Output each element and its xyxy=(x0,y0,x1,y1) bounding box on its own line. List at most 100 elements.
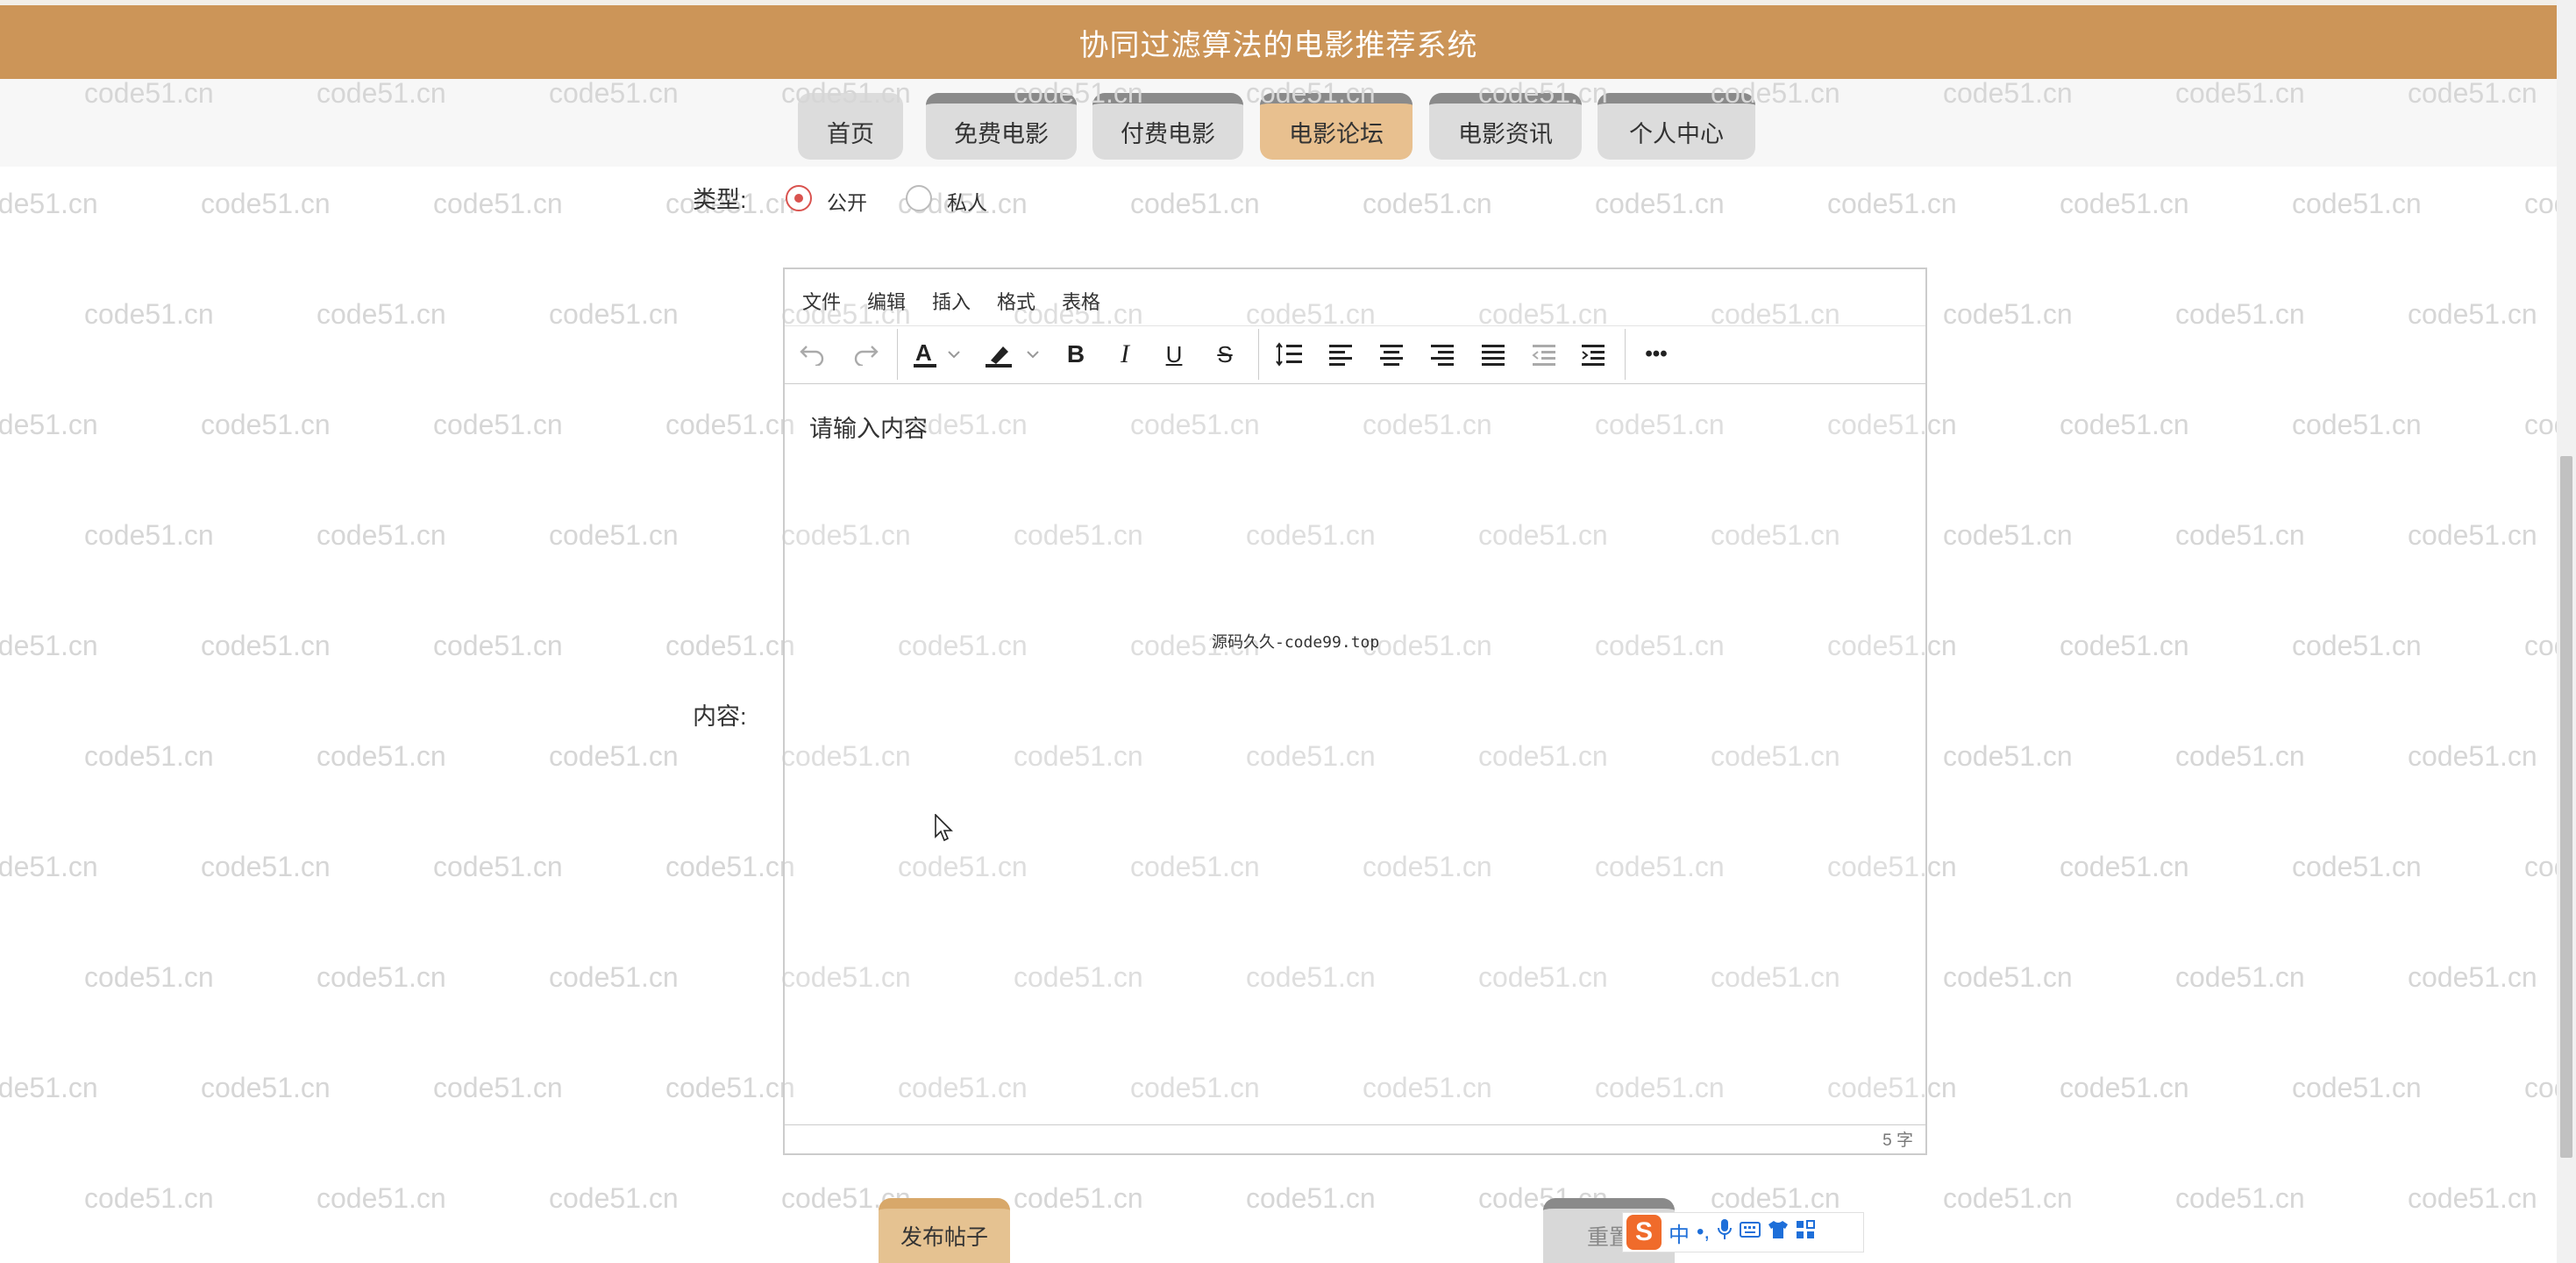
watermark-text: code51.cn xyxy=(2292,188,2422,219)
sogou-logo-icon[interactable]: S xyxy=(1626,1215,1662,1250)
watermark-text: code51.cn xyxy=(1827,188,1957,219)
watermark-text: code51.cn xyxy=(0,409,98,440)
highlight-icon[interactable] xyxy=(985,338,1046,371)
watermark-text: code51.cn xyxy=(549,519,679,551)
ime-chinese-mode[interactable]: 中 xyxy=(1669,1217,1690,1248)
radio-private[interactable] xyxy=(906,185,932,211)
watermark-text: code51.cn xyxy=(84,740,214,772)
scrollbar-thumb[interactable] xyxy=(2560,456,2572,1158)
watermark-text: code51.cn xyxy=(84,1182,214,1214)
font-color-icon[interactable]: A xyxy=(913,338,965,371)
watermark-text: code51.cn xyxy=(549,298,679,330)
menu-edit[interactable]: 编辑 xyxy=(867,287,906,315)
watermark-text: code51.cn xyxy=(201,409,331,440)
line-height-icon[interactable] xyxy=(1272,338,1307,371)
toolbox-grid-icon[interactable] xyxy=(1796,1219,1816,1245)
watermark-text: code51.cn xyxy=(2175,1182,2305,1214)
editor-menubar: 文件 编辑 插入 格式 表格 xyxy=(785,269,1925,326)
align-right-icon[interactable] xyxy=(1425,338,1460,371)
rich-text-editor: 文件 编辑 插入 格式 表格 A B I U S ••• 请输入内容 5 字 xyxy=(783,268,1927,1155)
site-title: 协同过滤算法的电影推荐系统 xyxy=(1078,28,1478,62)
italic-icon[interactable]: I xyxy=(1107,338,1142,371)
undo-icon[interactable] xyxy=(795,338,830,371)
bold-icon[interactable]: B xyxy=(1058,338,1093,371)
site-header: 协同过滤算法的电影推荐系统 xyxy=(0,5,2557,79)
watermark-text: code51.cn xyxy=(433,409,563,440)
watermark-text: code51.cn xyxy=(1943,740,2073,772)
ime-toolbar: S 中 •, xyxy=(1622,1212,1864,1252)
underline-icon[interactable]: U xyxy=(1156,338,1192,371)
watermark-text: code51.cn xyxy=(2408,740,2537,772)
watermark-text: code51.cn xyxy=(2408,519,2537,551)
publish-post-button[interactable]: 发布帖子 xyxy=(879,1198,1010,1263)
align-justify-icon[interactable] xyxy=(1476,338,1511,371)
watermark-text: code51.cn xyxy=(2408,1182,2537,1214)
more-icon[interactable]: ••• xyxy=(1639,338,1674,371)
editor-placeholder: 请输入内容 xyxy=(809,416,928,442)
toolbar-separator xyxy=(1258,329,1259,380)
main-nav: 首页 免费电影 付费电影 电影论坛 电影资讯 个人中心 xyxy=(0,93,2557,160)
watermark-text: code51.cn xyxy=(0,630,98,661)
radio-private-label[interactable]: 私人 xyxy=(947,186,987,216)
watermark-text: code51.cn xyxy=(84,961,214,993)
watermark-text: code51.cn xyxy=(549,1182,679,1214)
menu-file[interactable]: 文件 xyxy=(802,287,841,315)
nav-item-home[interactable]: 首页 xyxy=(798,93,903,160)
watermark-text: code51.cn xyxy=(2292,1072,2422,1103)
watermark-text: code51.cn xyxy=(1014,1182,1143,1214)
watermark-text: code51.cn xyxy=(317,740,446,772)
watermark-text: code51.cn xyxy=(84,298,214,330)
nav-item-movie-news[interactable]: 电影资讯 xyxy=(1429,93,1582,160)
watermark-text: code51.cn xyxy=(1943,519,2073,551)
watermark-text: code51.cn xyxy=(1130,188,1260,219)
watermark-text: code51.cn xyxy=(433,188,563,219)
watermark-text: code51.cn xyxy=(201,851,331,882)
nav-item-free-movies[interactable]: 免费电影 xyxy=(926,93,1077,160)
watermark-text: code51.cn xyxy=(0,1072,98,1103)
svg-text:A: A xyxy=(915,339,932,366)
watermark-text: code51.cn xyxy=(2292,851,2422,882)
watermark-text: code51.cn xyxy=(2060,851,2189,882)
watermark-text: code51.cn xyxy=(317,961,446,993)
microphone-icon[interactable] xyxy=(1717,1218,1733,1247)
mouse-cursor-icon xyxy=(935,813,954,848)
watermark-text: code51.cn xyxy=(201,188,331,219)
menu-insert[interactable]: 插入 xyxy=(932,287,971,315)
indent-icon[interactable] xyxy=(1576,338,1611,371)
align-center-icon[interactable] xyxy=(1374,338,1409,371)
editor-content-area[interactable]: 请输入内容 xyxy=(785,383,1925,1120)
skin-shirt-icon[interactable] xyxy=(1768,1220,1789,1245)
watermark-text: code51.cn xyxy=(2060,630,2189,661)
toolbar-separator xyxy=(897,329,898,380)
editor-toolbar: A B I U S ••• xyxy=(785,325,1925,384)
watermark-text: code51.cn xyxy=(2292,409,2422,440)
menu-table[interactable]: 表格 xyxy=(1062,287,1100,315)
menu-format[interactable]: 格式 xyxy=(997,287,1035,315)
watermark-text: code51.cn xyxy=(201,630,331,661)
outdent-icon[interactable] xyxy=(1526,338,1562,371)
watermark-text: code51.cn xyxy=(433,1072,563,1103)
nav-item-paid-movies[interactable]: 付费电影 xyxy=(1092,93,1243,160)
editor-statusbar: 5 字 xyxy=(785,1124,1925,1153)
watermark-text: code51.cn xyxy=(1711,1182,1840,1214)
radio-public-label[interactable]: 公开 xyxy=(827,186,867,216)
nav-item-movie-forum[interactable]: 电影论坛 xyxy=(1260,93,1413,160)
watermark-text: code51.cn xyxy=(0,188,98,219)
watermark-text: code51.cn xyxy=(317,1182,446,1214)
source-overlay-text: 源码久久-code99.top xyxy=(1212,633,1380,652)
nav-item-personal-center[interactable]: 个人中心 xyxy=(1598,93,1755,160)
watermark-text: code51.cn xyxy=(433,851,563,882)
keyboard-icon[interactable] xyxy=(1740,1220,1761,1245)
watermark-text: code51.cn xyxy=(665,851,795,882)
content-label: 内容: xyxy=(693,703,747,730)
radio-public[interactable] xyxy=(786,185,812,211)
page-root: 协同过滤算法的电影推荐系统 首页 免费电影 付费电影 电影论坛 电影资讯 个人中… xyxy=(0,0,2576,1263)
watermark-text: code51.cn xyxy=(1595,188,1725,219)
ime-punctuation-icon[interactable]: •, xyxy=(1697,1220,1710,1245)
watermark-text: code51.cn xyxy=(549,961,679,993)
watermark-text: code51.cn xyxy=(2175,298,2305,330)
strikethrough-icon[interactable]: S xyxy=(1207,338,1242,371)
align-left-icon[interactable] xyxy=(1323,338,1358,371)
redo-icon[interactable] xyxy=(848,338,883,371)
watermark-text: code51.cn xyxy=(1943,1182,2073,1214)
